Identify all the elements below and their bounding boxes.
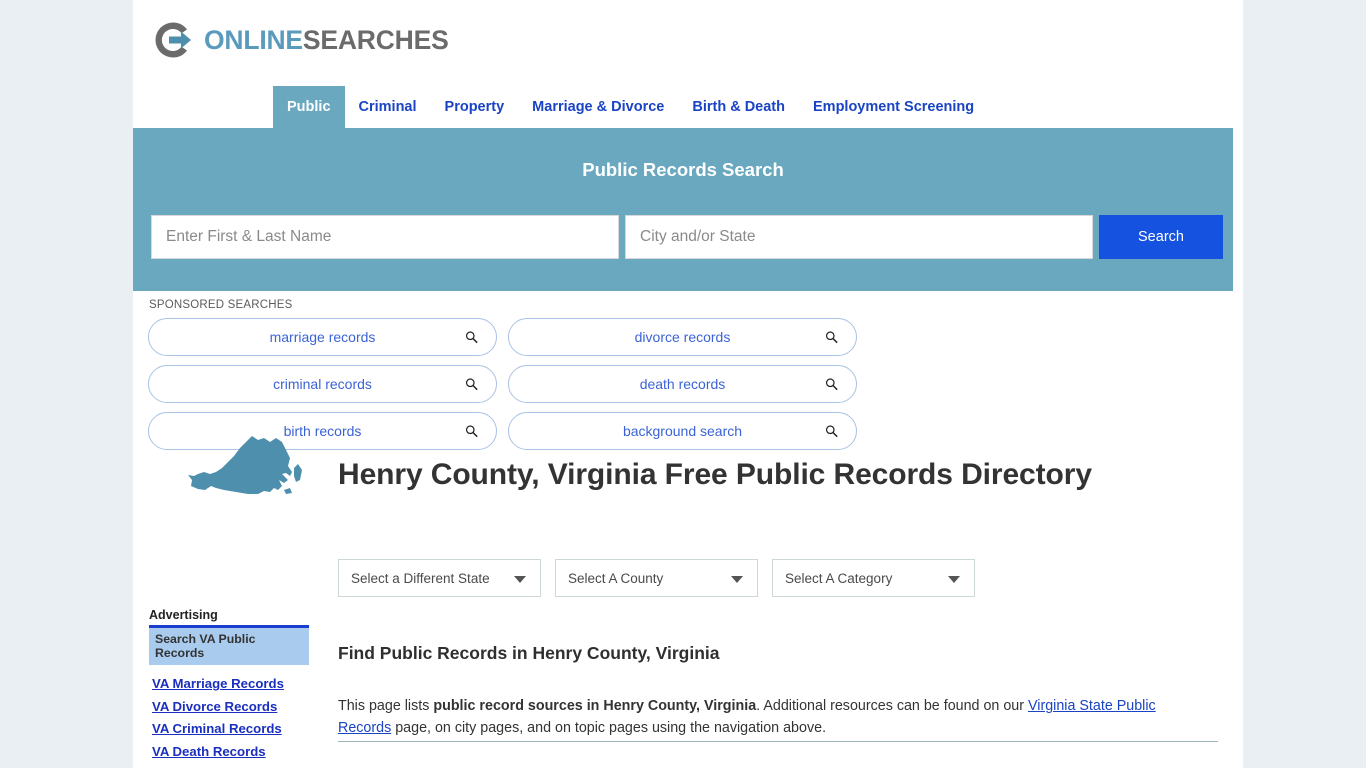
search-icon bbox=[825, 331, 838, 344]
search-submit-button[interactable]: Search bbox=[1099, 215, 1223, 259]
logo-word-searches: SEARCHES bbox=[302, 24, 449, 55]
select-category-dropdown[interactable]: Select A Category bbox=[772, 559, 975, 597]
sponsored-pill-background-search[interactable]: background search bbox=[508, 412, 857, 450]
nav-item-public[interactable]: Public bbox=[273, 86, 345, 128]
nav-items: Public Criminal Property Marriage & Divo… bbox=[273, 86, 988, 128]
chevron-down-icon bbox=[514, 576, 526, 583]
page-title: Henry County, Virginia Free Public Recor… bbox=[338, 458, 1092, 492]
filter-selects: Select a Different State Select A County… bbox=[338, 559, 975, 597]
sponsored-pill-label: death records bbox=[639, 376, 726, 392]
search-panel-title: Public Records Search bbox=[582, 159, 784, 180]
site-logo[interactable]: ONLINESEARCHES bbox=[151, 12, 449, 68]
advertising-sidebar: Advertising Search VA Public Records VA … bbox=[149, 608, 309, 768]
logo-word-online: ONLINE bbox=[204, 24, 303, 55]
logo-wordmark: ONLINESEARCHES bbox=[204, 25, 449, 56]
search-icon bbox=[825, 425, 838, 438]
sponsored-searches-label: SPONSORED SEARCHES bbox=[149, 299, 293, 311]
select-category-label: Select A Category bbox=[785, 570, 893, 586]
ad-link-va-marriage-records[interactable]: VA Marriage Records bbox=[152, 674, 309, 695]
nav-item-employment-screening[interactable]: Employment Screening bbox=[799, 86, 988, 128]
paragraph-text-part3: page, on city pages, and on topic pages … bbox=[391, 720, 827, 737]
paragraph-text-part2: . Additional resources can be found on o… bbox=[756, 698, 1028, 715]
circular-arrow-icon bbox=[155, 22, 191, 58]
search-icon bbox=[465, 331, 478, 344]
ad-link-va-divorce-records[interactable]: VA Divorce Records bbox=[152, 697, 309, 718]
nav-item-criminal[interactable]: Criminal bbox=[345, 86, 431, 128]
select-state-label: Select a Different State bbox=[351, 570, 490, 586]
chevron-down-icon bbox=[731, 576, 743, 583]
advertising-heading: Advertising bbox=[149, 608, 218, 622]
ad-link-va-criminal-records[interactable]: VA Criminal Records bbox=[152, 719, 309, 740]
sponsored-pill-label: background search bbox=[622, 423, 743, 439]
sponsored-pill-criminal-records[interactable]: criminal records bbox=[148, 365, 497, 403]
nav-item-property[interactable]: Property bbox=[431, 86, 519, 128]
search-form: Search bbox=[151, 215, 1223, 259]
select-county-dropdown[interactable]: Select A County bbox=[555, 559, 758, 597]
intro-paragraph: This page lists public record sources in… bbox=[338, 695, 1211, 739]
content-divider bbox=[338, 741, 1218, 742]
sponsored-pill-death-records[interactable]: death records bbox=[508, 365, 857, 403]
public-records-search-panel: Public Records Search Search bbox=[133, 128, 1233, 291]
virginia-state-map-icon bbox=[188, 436, 302, 494]
sponsored-pill-divorce-records[interactable]: divorce records bbox=[508, 318, 857, 356]
sponsored-pill-label: marriage records bbox=[269, 329, 376, 345]
ad-link-va-birth-records[interactable]: VA Birth Records bbox=[152, 764, 309, 768]
search-location-input[interactable] bbox=[625, 215, 1093, 259]
sponsored-pill-label: divorce records bbox=[634, 329, 731, 345]
page-root: ONLINESEARCHES Public Criminal Property … bbox=[0, 0, 1366, 768]
chevron-down-icon bbox=[948, 576, 960, 583]
sponsored-pill-label: criminal records bbox=[273, 376, 372, 392]
search-icon bbox=[825, 378, 838, 391]
ad-link-va-death-records[interactable]: VA Death Records bbox=[152, 742, 309, 763]
nav-item-birth-death[interactable]: Birth & Death bbox=[678, 86, 799, 128]
search-name-input[interactable] bbox=[151, 215, 619, 259]
search-icon bbox=[465, 425, 478, 438]
paragraph-text-part1: This page lists bbox=[338, 698, 434, 715]
select-county-label: Select A County bbox=[568, 570, 664, 586]
ad-links-list: VA Marriage Records VA Divorce Records V… bbox=[149, 674, 309, 768]
site-container: ONLINESEARCHES Public Criminal Property … bbox=[133, 0, 1243, 768]
main-navigation: Public Criminal Property Marriage & Divo… bbox=[133, 86, 1243, 128]
nav-item-marriage-divorce[interactable]: Marriage & Divorce bbox=[518, 86, 678, 128]
search-icon bbox=[465, 378, 478, 391]
select-state-dropdown[interactable]: Select a Different State bbox=[338, 559, 541, 597]
sponsored-pill-marriage-records[interactable]: marriage records bbox=[148, 318, 497, 356]
section-heading: Find Public Records in Henry County, Vir… bbox=[338, 642, 720, 663]
ad-title-banner[interactable]: Search VA Public Records bbox=[149, 628, 309, 665]
paragraph-bold-phrase: public record sources in Henry County, V… bbox=[433, 698, 757, 715]
